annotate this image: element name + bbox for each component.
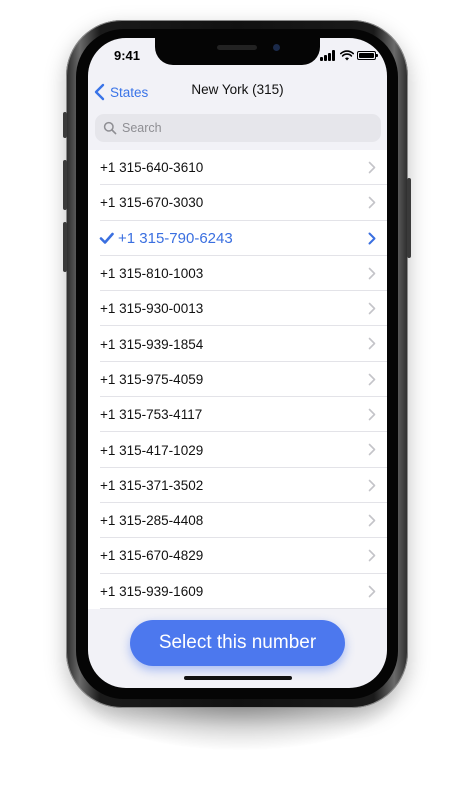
chevron-right-icon [368, 196, 376, 209]
phone-number-row[interactable]: +1 315-640-3610 [88, 150, 387, 186]
home-indicator [184, 676, 292, 680]
phone-number-row[interactable]: +1 315-670-3030 [88, 185, 387, 221]
chevron-right-icon [368, 444, 376, 456]
chevron-right-icon [368, 585, 376, 597]
wifi-icon [340, 50, 354, 61]
volume-up-button [63, 160, 67, 210]
phone-number-label: +1 315-939-1854 [100, 336, 204, 352]
notch [155, 38, 320, 65]
phone-number-label: +1 315-930-0013 [100, 301, 204, 317]
phone-number-label: +1 315-975-4059 [100, 371, 204, 387]
chevron-right-icon [368, 161, 376, 174]
phone-number-label: +1 315-939-1609 [100, 583, 204, 599]
chevron-right-icon [368, 373, 376, 386]
chevron-right-icon [368, 302, 376, 315]
phone-number-label: +1 315-753-4117 [100, 407, 203, 423]
phone-number-row[interactable]: +1 315-417-1029 [88, 432, 387, 468]
number-list: +1 315-640-3610 +1 315-670-3030 +1 315-790… [88, 150, 387, 610]
phone-screen: 9:41 States New York (315) Search +1 315… [88, 38, 387, 688]
phone-number-row[interactable]: +1 315-753-4117 [88, 397, 387, 433]
signal-icon [320, 50, 336, 61]
phone-number-label: +1 315-810-1003 [100, 266, 204, 282]
status-time: 9:41 [114, 48, 141, 63]
chevron-right-icon [368, 479, 376, 491]
phone-number-label: +1 315-670-3030 [100, 195, 204, 211]
silent-switch [63, 112, 67, 138]
status-icons [320, 50, 378, 62]
power-button [407, 178, 411, 258]
phone-number-row[interactable]: +1 315-285-4408 [88, 503, 387, 539]
search-input[interactable] [122, 121, 362, 135]
front-camera [273, 44, 280, 51]
checkmark-icon [99, 232, 114, 244]
speaker-grille [217, 45, 257, 50]
phone-number-row-selected[interactable]: +1 315-790-6243 [88, 221, 387, 257]
phone-number-label: +1 315-790-6243 [118, 229, 233, 247]
phone-number-label: +1 315-640-3610 [100, 160, 204, 176]
volume-down-button [63, 222, 67, 272]
phone-number-label: +1 315-670-4829 [100, 548, 204, 564]
phone-number-label: +1 315-285-4408 [100, 513, 204, 529]
chevron-right-icon [368, 232, 376, 245]
chevron-right-icon [368, 514, 376, 527]
battery-icon [357, 51, 378, 60]
search-icon [103, 121, 117, 135]
phone-number-row[interactable]: +1 315-939-1854 [88, 326, 387, 363]
page-title: New York (315) [191, 82, 284, 97]
phone-number-label: +1 315-417-1029 [100, 442, 204, 458]
phone-number-row[interactable]: +1 315-930-0013 [88, 291, 387, 327]
search-bar[interactable] [95, 114, 381, 142]
chevron-right-icon [368, 549, 376, 562]
chevron-right-icon [368, 408, 376, 421]
phone-number-row[interactable]: +1 315-810-1003 [88, 256, 387, 292]
chevron-right-icon [368, 338, 376, 350]
phone-number-row[interactable]: +1 315-670-4829 [88, 538, 387, 574]
chevron-right-icon [368, 267, 376, 280]
phone-number-label: +1 315-371-3502 [100, 477, 204, 493]
phone-number-row[interactable]: +1 315-939-1609 [88, 574, 387, 610]
phone-number-row[interactable]: +1 315-975-4059 [88, 362, 387, 398]
select-number-button[interactable]: Select this number [130, 620, 345, 666]
phone-number-row[interactable]: +1 315-371-3502 [88, 468, 387, 504]
